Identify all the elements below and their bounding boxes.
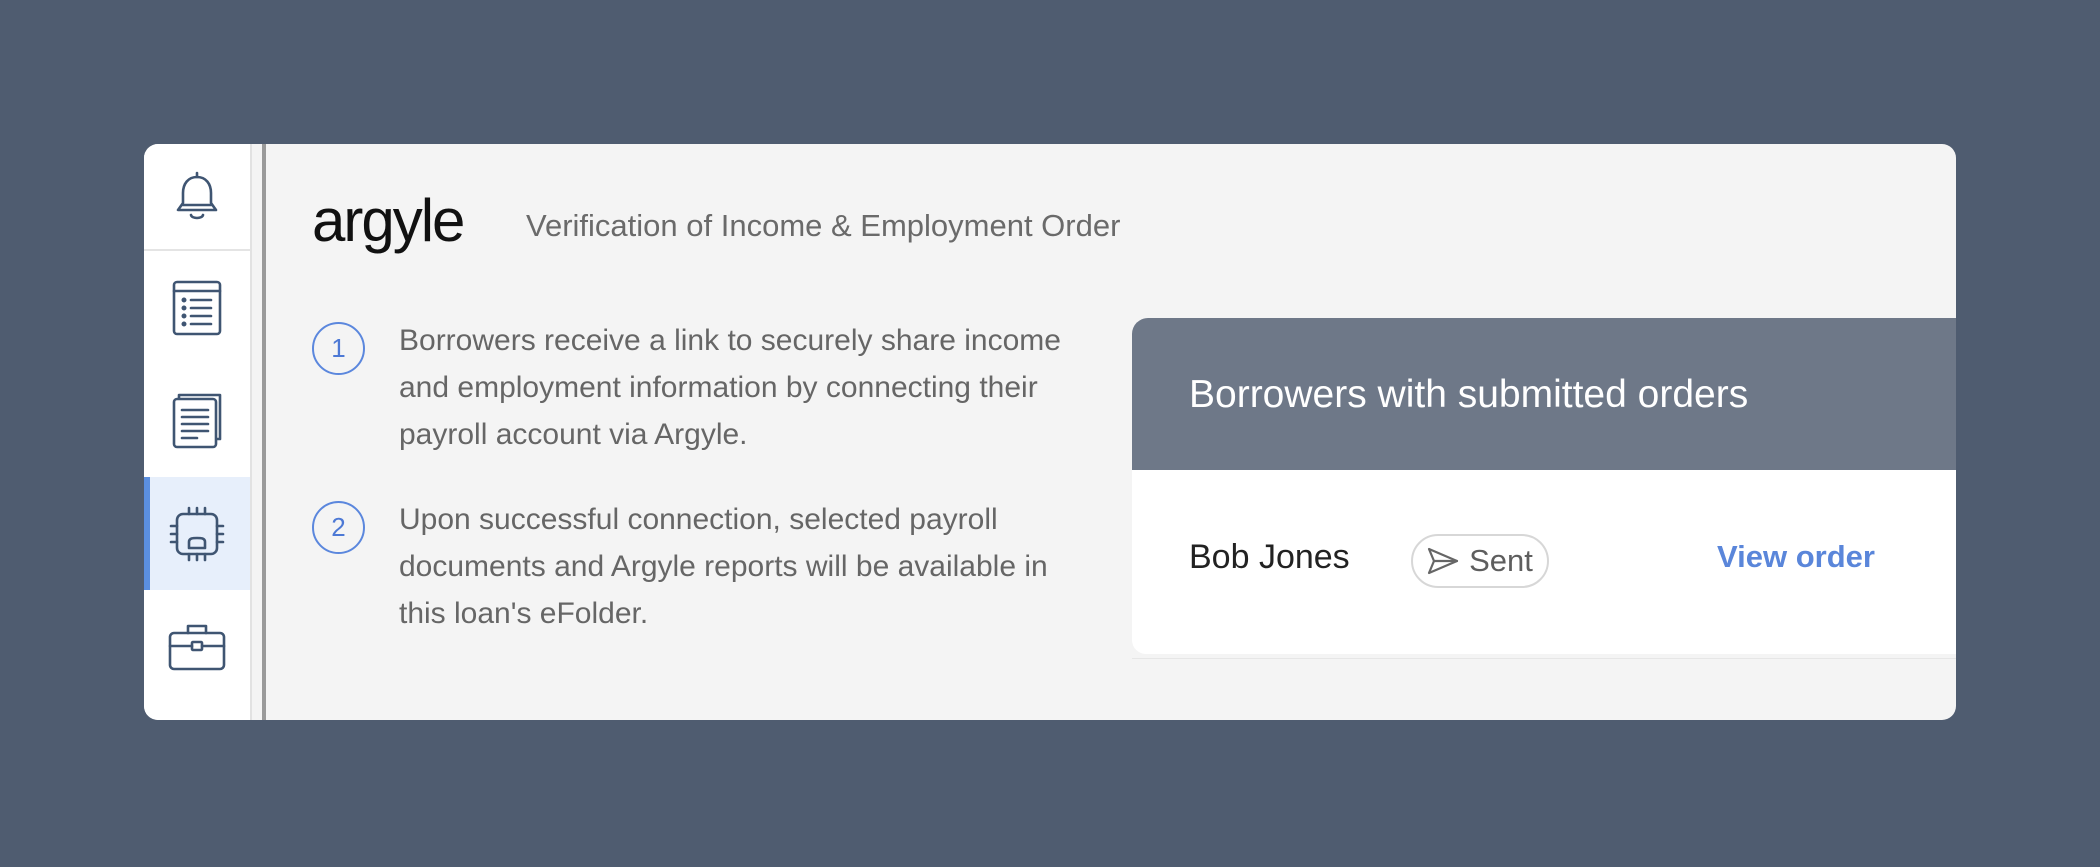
orders-panel-title: Borrowers with submitted orders <box>1189 373 1749 416</box>
main-window: argyle Verification of Income & Employme… <box>144 144 1956 720</box>
paper-plane-icon <box>1428 547 1459 575</box>
status-badge: Sent <box>1411 534 1549 588</box>
sidebar <box>144 144 252 720</box>
table-row: Bob Jones Sent View order <box>1132 470 1956 654</box>
step-description: Upon successful connection, selected pay… <box>399 503 1048 630</box>
step-number-badge: 2 <box>312 501 365 554</box>
sidebar-item-employment[interactable] <box>144 590 250 703</box>
orders-panel-header: Borrowers with submitted orders <box>1132 318 1956 470</box>
orders-panel: Borrowers with submitted orders Bob Jone… <box>1132 318 1956 654</box>
status-text: Sent <box>1469 543 1533 578</box>
sidebar-item-checklist[interactable] <box>144 251 250 364</box>
sidebar-item-notifications[interactable] <box>144 144 250 251</box>
argyle-logo: argyle <box>312 187 465 254</box>
stacked-documents-icon <box>172 393 222 448</box>
borrower-name: Bob Jones <box>1189 538 1350 576</box>
sidebar-item-documents[interactable] <box>144 364 250 477</box>
orders-panel-footer <box>1132 658 1956 689</box>
briefcase-icon <box>168 624 226 670</box>
view-order-link[interactable]: View order <box>1717 537 1875 577</box>
chip-icon <box>169 506 225 561</box>
sidebar-item-integrations[interactable] <box>144 477 250 590</box>
sidebar-divider <box>262 144 266 720</box>
page-title: Verification of Income & Employment Orde… <box>526 208 1121 243</box>
checklist-document-icon <box>172 280 222 335</box>
step-number-badge: 1 <box>312 322 365 375</box>
step-description: Borrowers receive a link to securely sha… <box>399 324 1061 451</box>
bell-icon <box>176 171 218 219</box>
